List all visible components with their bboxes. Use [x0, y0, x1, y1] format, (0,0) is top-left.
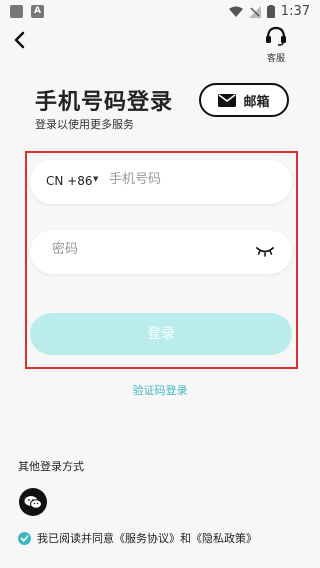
- verification-code-login-link[interactable]: 验证码登录: [0, 382, 320, 398]
- checkmark-icon: [20, 534, 29, 542]
- back-button[interactable]: [10, 30, 30, 50]
- notification-icon: [10, 5, 23, 18]
- headset-icon: [266, 26, 286, 46]
- agreement-text: 我已阅读并同意《服务协议》和《隐私政策》: [37, 532, 257, 545]
- eye-closed-icon[interactable]: [256, 245, 274, 257]
- page-title: 手机号码登录: [35, 90, 174, 115]
- back-arrow-icon: [14, 31, 25, 49]
- login-button[interactable]: 登录: [30, 313, 292, 355]
- agreement-checkbox[interactable]: [18, 531, 31, 545]
- email-button-label: 邮箱: [243, 94, 270, 110]
- customer-service-label: 客服: [266, 54, 285, 64]
- other-login-methods-label: 其他登录方式: [18, 460, 84, 473]
- country-code-selector[interactable]: CN +86: [46, 174, 93, 188]
- wechat-icon: [24, 496, 42, 509]
- wechat-login-button[interactable]: [19, 488, 47, 516]
- customer-service-button[interactable]: 客服: [258, 26, 294, 64]
- status-time: 1:37: [280, 4, 310, 19]
- password-field: [30, 230, 292, 274]
- wifi-icon: [228, 6, 243, 17]
- page-subtitle: 登录以使用更多服务: [35, 118, 134, 131]
- status-bar: A 1:37: [0, 0, 320, 24]
- mail-icon: [218, 93, 237, 107]
- phone-field: CN +86 ▼: [30, 160, 292, 204]
- agreement-row: 我已阅读并同意《服务协议》和《隐私政策》: [18, 530, 257, 546]
- no-signal-icon: [248, 5, 261, 18]
- battery-icon: [266, 5, 275, 18]
- notification-a-icon: A: [31, 5, 44, 18]
- password-input[interactable]: [50, 241, 254, 258]
- caret-down-icon[interactable]: ▼: [93, 175, 98, 183]
- email-login-button[interactable]: 邮箱: [199, 83, 289, 117]
- phone-input[interactable]: [107, 171, 281, 188]
